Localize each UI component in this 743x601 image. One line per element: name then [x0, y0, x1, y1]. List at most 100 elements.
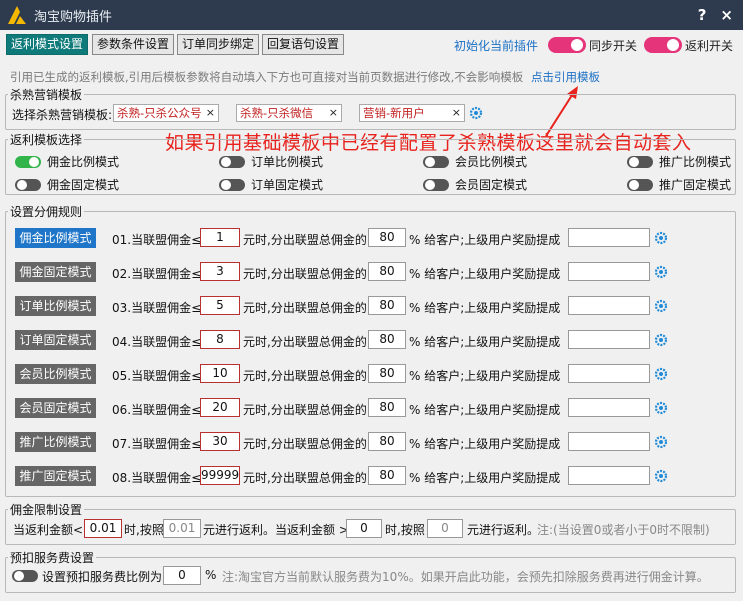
mode-option-label: 订单比例模式	[251, 155, 324, 169]
rule-reward-input[interactable]	[568, 228, 650, 247]
close-button[interactable]: ×	[720, 6, 733, 24]
rule-reward-input[interactable]	[568, 330, 650, 349]
rule-mode-button[interactable]: 佣金比例模式	[15, 228, 96, 248]
rule-percent-input[interactable]: 80	[368, 398, 406, 417]
rule-reward-input[interactable]	[568, 398, 650, 417]
rule-reward-input[interactable]	[568, 432, 650, 451]
rule-mode-button[interactable]: 订单固定模式	[15, 330, 96, 350]
mode-toggle[interactable]	[423, 155, 449, 168]
rule-threshold-input[interactable]: 99999	[200, 466, 240, 485]
mode-option-member-ratio[interactable]: 会员比例模式	[423, 153, 527, 170]
init-plugin-link[interactable]: 初始化当前插件	[454, 37, 538, 54]
rule-percent-input[interactable]: 80	[368, 364, 406, 383]
rule-suffix-text: % 给客户;上级用户奖励提成	[409, 335, 561, 349]
max-rebate-value-input[interactable]: 0	[427, 519, 463, 538]
rule-threshold-input[interactable]: 8	[200, 330, 240, 349]
rule-reward-input[interactable]	[568, 262, 650, 281]
rule-reward-input[interactable]	[568, 296, 650, 315]
rule-mode-button[interactable]: 会员比例模式	[15, 364, 96, 384]
gear-icon[interactable]	[654, 435, 668, 449]
gear-icon[interactable]	[469, 106, 483, 120]
rules-legend: 设置分佣规则	[10, 205, 83, 219]
remove-tag-icon[interactable]: ×	[329, 105, 338, 121]
mode-option-member-fixed[interactable]: 会员固定模式	[423, 176, 527, 193]
rule-reward-input[interactable]	[568, 466, 650, 485]
mode-option-label: 订单固定模式	[251, 178, 324, 192]
mode-option-commission-fixed[interactable]: 佣金固定模式	[15, 176, 119, 193]
killfam-tag-1[interactable]: 杀熟-只杀公众号 ×	[113, 104, 219, 122]
mode-option-promo-ratio[interactable]: 推广比例模式	[627, 153, 731, 170]
remove-tag-icon[interactable]: ×	[206, 105, 215, 121]
mode-toggle[interactable]	[219, 155, 245, 168]
rule-percent-input[interactable]: 80	[368, 228, 406, 247]
rebate-toggle-label: 返利开关	[685, 39, 734, 53]
mode-toggle[interactable]	[423, 178, 449, 191]
mode-option-label: 会员比例模式	[455, 155, 528, 169]
tab-order-sync[interactable]: 订单同步绑定	[177, 34, 260, 55]
killfam-label: 选择杀熟营销模板:	[12, 108, 113, 122]
mode-toggle[interactable]	[15, 155, 41, 168]
min-rebate-input[interactable]: 0.01	[84, 519, 122, 538]
mode-option-label: 佣金比例模式	[47, 155, 120, 169]
rule-threshold-input[interactable]: 20	[200, 398, 240, 417]
rule-threshold-input[interactable]: 3	[200, 262, 240, 281]
rule-percent-input[interactable]: 80	[368, 296, 406, 315]
rule-threshold-input[interactable]: 1	[200, 228, 240, 247]
rule-mode-button[interactable]: 推广比例模式	[15, 432, 96, 452]
remove-tag-icon[interactable]: ×	[452, 105, 461, 121]
rule-percent-input[interactable]: 80	[368, 432, 406, 451]
rule-mode-button[interactable]: 佣金固定模式	[15, 262, 96, 282]
gear-icon[interactable]	[654, 231, 668, 245]
gear-icon[interactable]	[654, 299, 668, 313]
killfam-tag-3[interactable]: 营销-新用户 ×	[359, 104, 465, 122]
rule-mode-button[interactable]: 推广固定模式	[15, 466, 96, 486]
mode-toggle[interactable]	[627, 155, 653, 168]
mode-option-label: 推广比例模式	[659, 155, 732, 169]
rule-threshold-input[interactable]: 5	[200, 296, 240, 315]
gear-icon[interactable]	[654, 333, 668, 347]
mode-toggle[interactable]	[15, 178, 41, 191]
rule-mode-button[interactable]: 会员固定模式	[15, 398, 96, 418]
rule-percent-input[interactable]: 80	[368, 262, 406, 281]
rule-mode-button[interactable]: 订单比例模式	[15, 296, 96, 316]
fee-percent-input[interactable]: 0	[163, 566, 201, 585]
rule-prefix: 06.当联盟佣金≤	[112, 403, 202, 417]
hint-text: 引用已生成的返利模板,引用后模板参数将自动填入下方也可直接对当前页数据进行修改,…	[10, 70, 524, 84]
mode-option-order-ratio[interactable]: 订单比例模式	[219, 153, 323, 170]
rule-mid-text: 元时,分出联盟总佣金的	[243, 471, 367, 485]
gear-icon[interactable]	[654, 469, 668, 483]
mode-option-commission-ratio[interactable]: 佣金比例模式	[15, 153, 119, 170]
rule-threshold-input[interactable]: 10	[200, 364, 240, 383]
rule-mid-text: 元时,分出联盟总佣金的	[243, 335, 367, 349]
tab-params[interactable]: 参数条件设置	[92, 34, 175, 55]
limit-note: 注:(当设置0或者小于0时不限制)	[537, 523, 710, 537]
mode-toggle[interactable]	[627, 178, 653, 191]
killfam-tag-2[interactable]: 杀熟-只杀微信 ×	[236, 104, 342, 122]
max-rebate-input[interactable]: 0	[346, 519, 382, 538]
rebate-toggle[interactable]	[644, 37, 682, 53]
help-button[interactable]: ?	[698, 6, 707, 24]
gear-icon[interactable]	[654, 401, 668, 415]
gear-icon[interactable]	[654, 265, 668, 279]
min-rebate-value-input[interactable]: 0.01	[163, 519, 201, 538]
tab-reply[interactable]: 回复语句设置	[262, 34, 345, 55]
rule-reward-input[interactable]	[568, 364, 650, 383]
rule-percent-input[interactable]: 80	[368, 330, 406, 349]
title-bar: 淘宝购物插件 ? ×	[0, 0, 743, 30]
fee-toggle[interactable]	[12, 570, 38, 582]
limit-text-3: 元进行返利。当返利金额 >	[203, 523, 349, 537]
rule-percent-input[interactable]: 80	[368, 466, 406, 485]
sync-toggle[interactable]	[548, 37, 586, 53]
mode-option-order-fixed[interactable]: 订单固定模式	[219, 176, 323, 193]
mode-select-legend: 返利模板选择	[10, 133, 83, 147]
mode-toggle[interactable]	[219, 178, 245, 191]
limit-text-5: 元进行返利。	[467, 523, 540, 537]
mode-option-promo-fixed[interactable]: 推广固定模式	[627, 176, 731, 193]
tab-rebate-mode[interactable]: 返利模式设置	[6, 34, 89, 55]
rule-suffix-text: % 给客户;上级用户奖励提成	[409, 369, 561, 383]
rule-suffix-text: % 给客户;上级用户奖励提成	[409, 471, 561, 485]
gear-icon[interactable]	[654, 367, 668, 381]
rule-threshold-input[interactable]: 30	[200, 432, 240, 451]
rule-suffix-text: % 给客户;上级用户奖励提成	[409, 301, 561, 315]
fee-note: 注:淘宝官方当前默认服务费为10%。如果开启此功能，会预先扣除服务费再进行佣金计…	[222, 570, 709, 584]
